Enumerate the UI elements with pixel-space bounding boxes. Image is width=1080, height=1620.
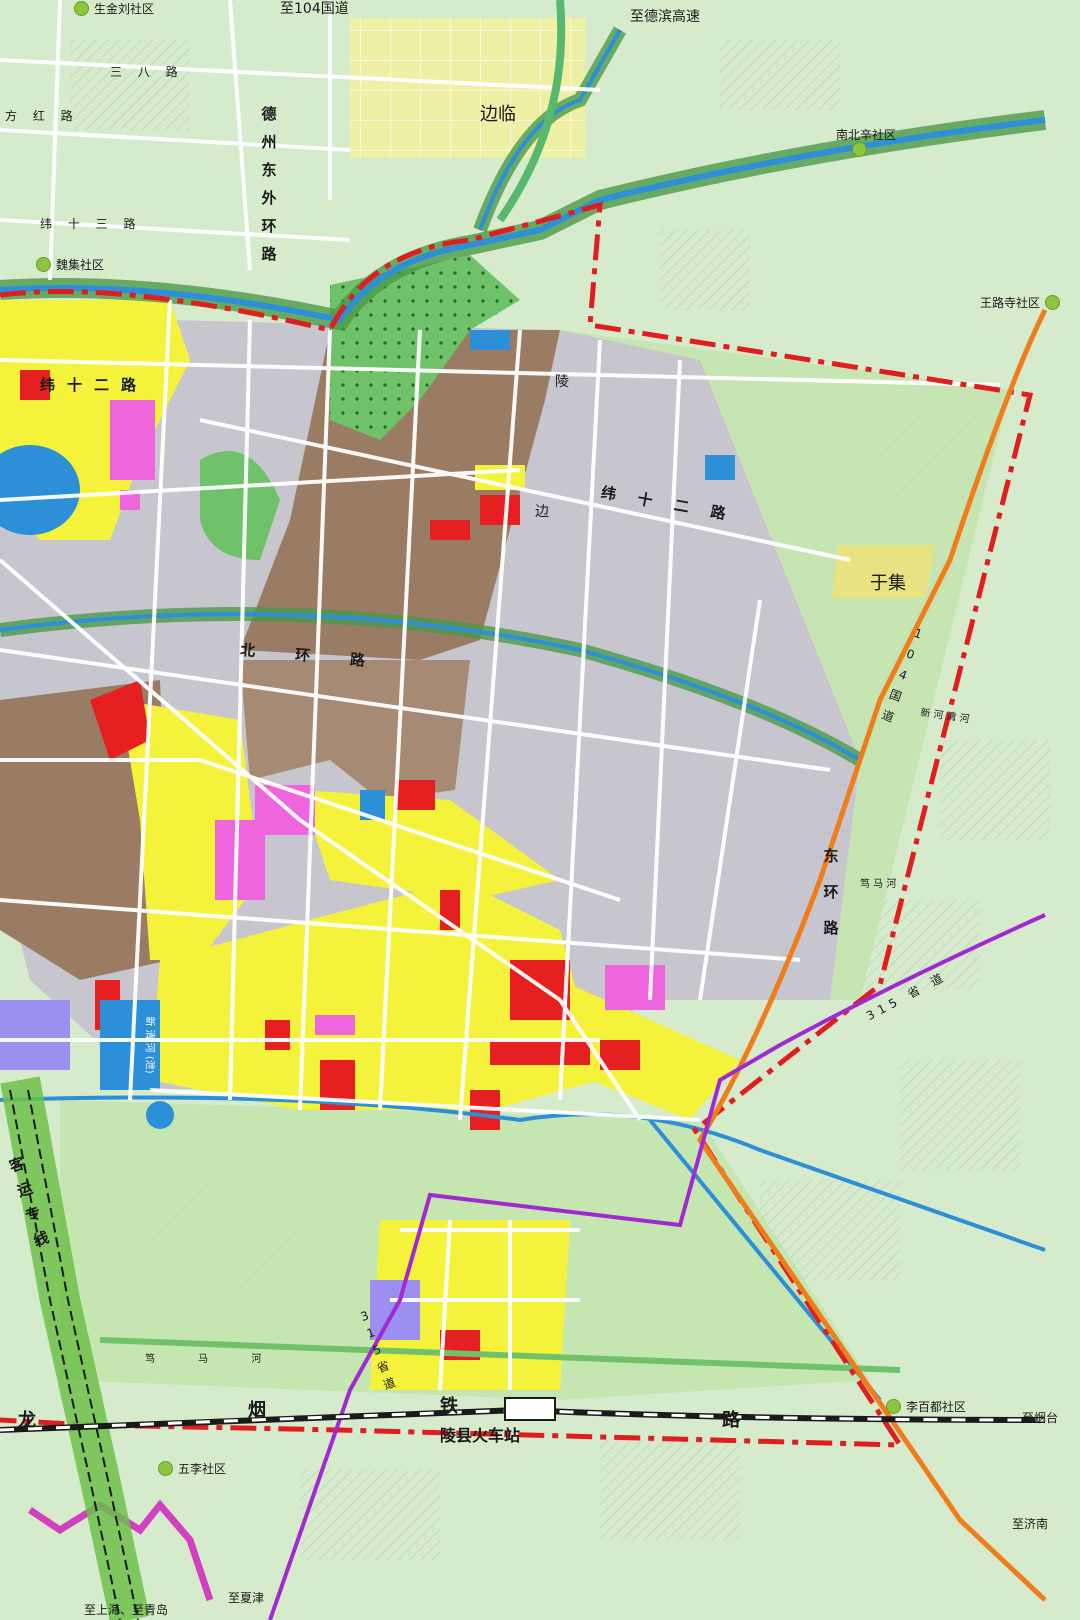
bian-road-label: 边 bbox=[535, 504, 549, 520]
rail-lu-label: 路 bbox=[722, 1410, 740, 1431]
bianlin-label: 边临 bbox=[480, 104, 516, 125]
community-libaidu[interactable]: 李百都社区 bbox=[886, 1398, 966, 1415]
community-dot-icon bbox=[74, 1, 89, 16]
station-label[interactable]: 陵县火车站 bbox=[440, 1428, 520, 1444]
community-dot-icon bbox=[852, 142, 867, 157]
community-wanglusi[interactable]: 王路寺社区 bbox=[980, 294, 1061, 311]
east-ring-road-label: 东环路 bbox=[823, 847, 839, 937]
rail-tie-label: 铁 bbox=[440, 1396, 458, 1417]
community-dot-icon bbox=[158, 1461, 173, 1476]
ma-river-south-label: 笃 马 河 bbox=[145, 1354, 282, 1365]
community-dot-icon bbox=[1045, 295, 1061, 310]
rail-yan-label: 烟 bbox=[248, 1400, 266, 1421]
community-weiji[interactable]: 魏集社区 bbox=[36, 256, 104, 273]
map-canvas bbox=[0, 0, 1080, 1620]
community-shengjinliu[interactable]: 生金刘社区 bbox=[74, 0, 154, 17]
community-dot-icon bbox=[886, 1399, 901, 1414]
community-nanbeixin[interactable]: 南北辛社区 bbox=[836, 126, 896, 143]
station-building bbox=[504, 1397, 556, 1421]
community-dot-icon bbox=[36, 257, 51, 272]
to-debin-highway-label: 至德滨高速 bbox=[630, 9, 700, 25]
land-use-map[interactable]: 至104国道 至德滨高速 边临 于集 德州东外环路 纬十二路 纬十二路 三 八 … bbox=[0, 0, 1080, 1620]
fang-hong-road-label: 方 红 路 bbox=[5, 109, 79, 123]
dezhou-ring-road-label: 德州东外环路 bbox=[261, 105, 277, 263]
to-xiajin-label: 至夏津 bbox=[228, 1591, 265, 1605]
wei13-road-label: 纬 十 三 路 bbox=[40, 217, 142, 231]
community-wuli[interactable]: 五李社区 bbox=[158, 1460, 226, 1477]
to-shanghai-label: 至上海、至青岛 bbox=[84, 1603, 169, 1617]
yuji-label: 于集 bbox=[870, 573, 906, 594]
wei12-west-label: 纬十二路 bbox=[40, 376, 149, 394]
to-yantai-label: 至烟台 bbox=[1022, 1411, 1059, 1425]
rail-long-label: 龙 bbox=[18, 1410, 36, 1431]
canal-label: 新 清 河 (泄) bbox=[143, 1016, 155, 1074]
to-jinan-label: 至济南 bbox=[1012, 1517, 1049, 1531]
san-ba-road-label: 三 八 路 bbox=[110, 65, 184, 79]
top-road-label: 至104国道 bbox=[280, 1, 349, 17]
ling-road-label: 陵 bbox=[555, 374, 569, 390]
ma-river-label: 笃 马 河 bbox=[860, 879, 897, 890]
